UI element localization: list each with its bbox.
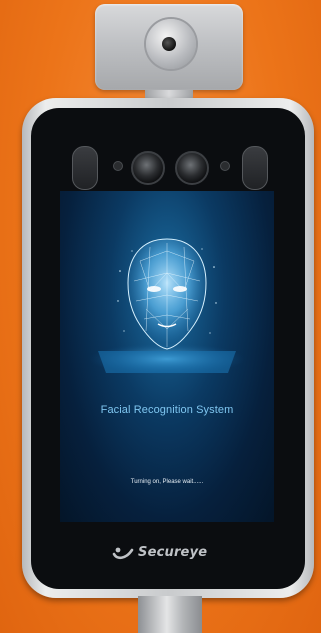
platform-base — [98, 351, 236, 373]
screen-title: Facial Recognition System — [100, 404, 234, 416]
ir-light-right — [242, 146, 268, 190]
ir-light-left — [72, 146, 98, 190]
sensor-dot-right — [220, 161, 230, 171]
camera-right-icon — [175, 151, 209, 185]
face-scan-illustration — [89, 238, 245, 375]
eye-right — [173, 286, 187, 292]
brand-name: Secureye — [138, 544, 208, 560]
eye-left — [147, 286, 161, 292]
swoosh-logo-icon — [112, 547, 134, 560]
display-screen: Facial Recognition System Turning on, Pl… — [60, 191, 274, 522]
stand-pole — [138, 596, 202, 633]
brand-logo: Secureye — [112, 541, 207, 563]
camera-left-icon — [131, 151, 165, 185]
sensor-lens-icon — [162, 37, 176, 51]
screen-status-text: Turning on, Please wait...... — [130, 479, 204, 485]
sensor-dot-left — [113, 161, 123, 171]
